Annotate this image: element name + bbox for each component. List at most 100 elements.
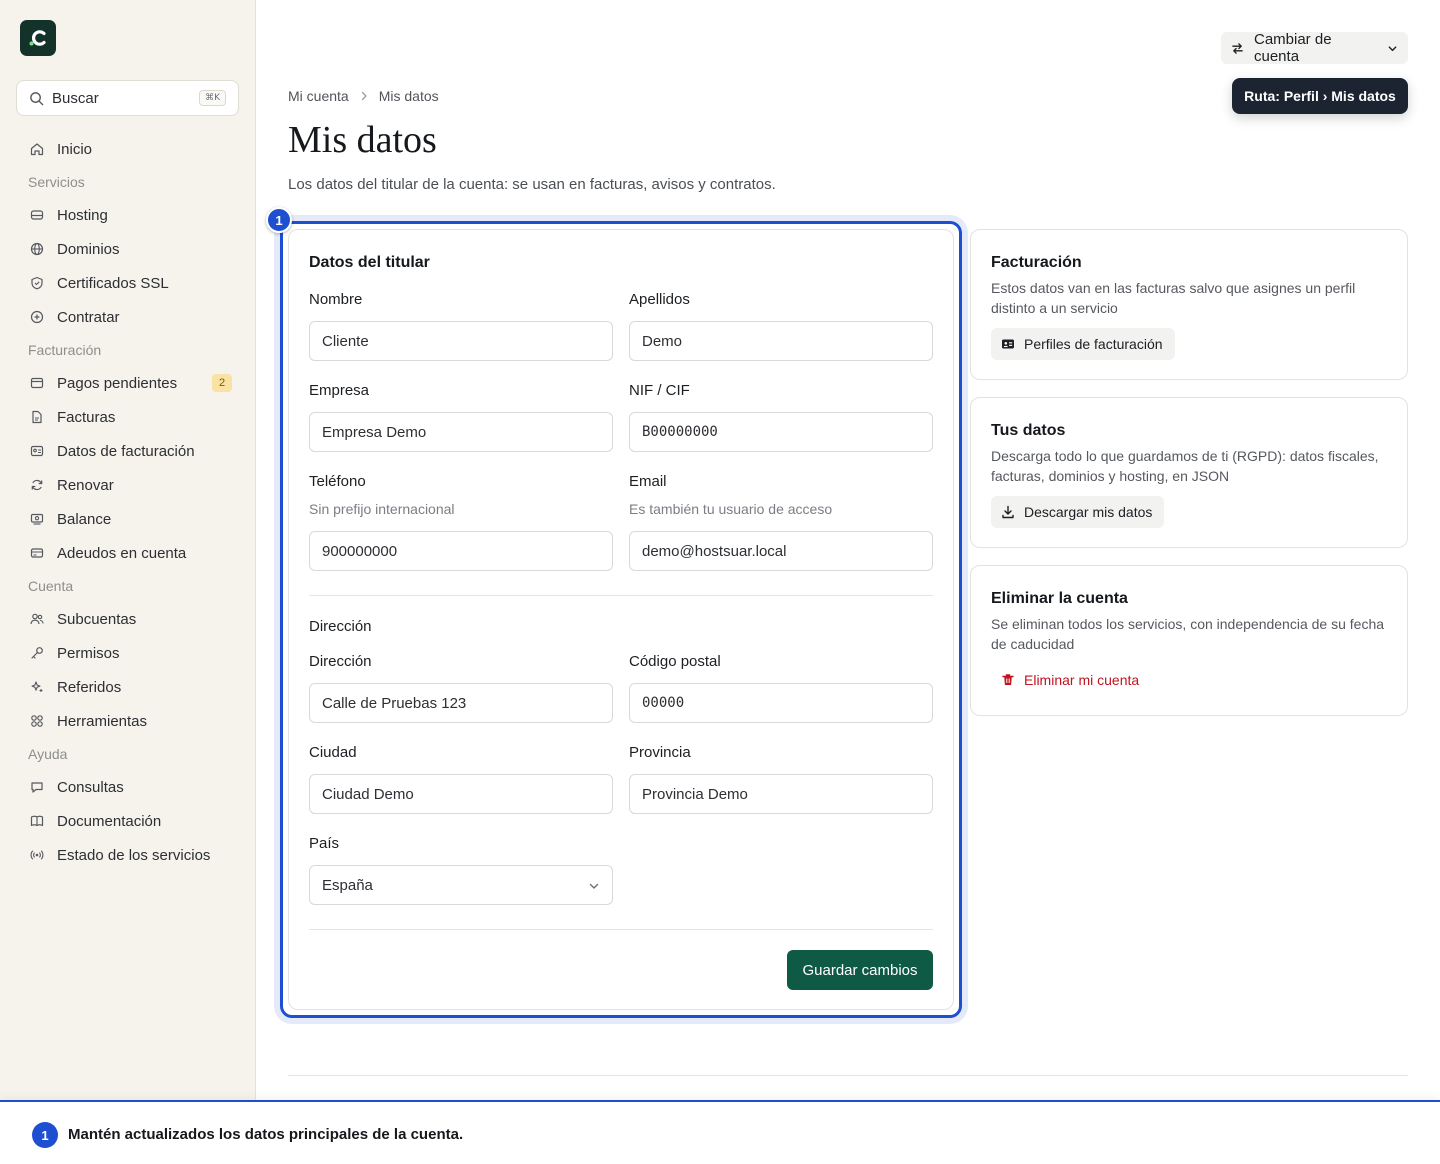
refresh-icon <box>30 478 44 492</box>
delete-account-card-desc: Se eliminan todos los servicios, con ind… <box>991 616 1385 652</box>
sidebar-item-herramientas[interactable]: Herramientas <box>0 704 256 738</box>
sidebar-item-label: Inicio <box>57 140 93 158</box>
sidebar-item-label: Dominios <box>57 240 120 258</box>
sidebar-item-label: Referidos <box>57 678 122 696</box>
pending-count-badge: 2 <box>212 374 232 392</box>
id-card-icon <box>30 444 44 458</box>
your-data-card-desc: Descarga todo lo que guardamos de ti (RG… <box>991 448 1379 484</box>
tour-hint-bar: 1 Mantén actualizados los datos principa… <box>0 1100 1440 1164</box>
sidebar-item-documentacion[interactable]: Documentación <box>0 804 256 838</box>
sidebar: Buscar ⌘K Inicio Servicios Hosting Domin… <box>0 0 256 1100</box>
sidebar-item-label: Hosting <box>57 206 108 224</box>
sidebar-item-consultas[interactable]: Consultas <box>0 770 256 804</box>
users-icon <box>30 612 44 626</box>
chevron-right-icon <box>359 91 369 101</box>
sidebar-item-referidos[interactable]: Referidos <box>0 670 256 704</box>
banknote-icon <box>30 512 44 526</box>
broadcast-icon <box>30 848 44 862</box>
sidebar-item-renovar[interactable]: Renovar <box>0 468 256 502</box>
download-icon <box>1001 505 1015 519</box>
download-data-button[interactable]: Descargar mis datos <box>991 496 1165 528</box>
sidebar-item-label: Adeudos en cuenta <box>57 544 187 562</box>
tour-hint-step: 1 <box>32 1122 58 1148</box>
sparkles-icon <box>30 680 44 694</box>
key-icon <box>30 646 44 660</box>
chat-icon <box>30 780 44 794</box>
search-icon <box>29 91 44 106</box>
sidebar-item-ssl[interactable]: Certificados SSL <box>0 266 256 300</box>
section-cuenta: Cuenta <box>28 578 74 594</box>
sidebar-item-label: Permisos <box>57 644 120 662</box>
delete-account-card: Eliminar la cuenta Se eliminan todos los… <box>970 565 1408 716</box>
book-icon <box>30 814 44 828</box>
globe-icon <box>30 242 44 256</box>
sidebar-nav: Inicio Servicios Hosting Dominios Certif… <box>0 132 256 872</box>
sidebar-item-contratar[interactable]: Contratar <box>0 300 256 334</box>
delete-account-button[interactable]: Eliminar mi cuenta <box>991 664 1149 696</box>
search-shortcut: ⌘K <box>199 90 226 106</box>
sidebar-item-label: Balance <box>57 510 112 528</box>
home-icon <box>30 142 44 156</box>
search-label: Buscar <box>52 89 99 107</box>
grid-icon <box>30 714 44 728</box>
sidebar-item-label: Facturas <box>57 408 116 426</box>
sidebar-item-hosting[interactable]: Hosting <box>0 198 256 232</box>
plus-circle-icon <box>30 310 44 324</box>
page-subtitle: Los datos del titular de la cuenta: se u… <box>288 176 776 193</box>
sidebar-item-inicio[interactable]: Inicio <box>0 132 256 166</box>
sidebar-item-label: Contratar <box>57 308 120 326</box>
sidebar-item-pagos-pendientes[interactable]: Pagos pendientes 2 <box>0 366 256 400</box>
file-icon <box>30 410 44 424</box>
switch-account-label: Cambiar de cuenta <box>1254 31 1332 65</box>
billing-card-title: Facturación <box>991 254 1082 271</box>
section-ayuda: Ayuda <box>28 746 68 762</box>
sidebar-item-permisos[interactable]: Permisos <box>0 636 256 670</box>
delete-account-card-title: Eliminar la cuenta <box>991 590 1128 607</box>
sidebar-item-estado[interactable]: Estado de los servicios <box>0 838 256 872</box>
server-icon <box>30 208 44 222</box>
billing-card-desc: Estos datos van en las facturas salvo qu… <box>991 280 1356 316</box>
billing-profiles-label: Perfiles de facturación <box>1024 336 1163 352</box>
breadcrumb-item-mi-cuenta[interactable]: Mi cuenta <box>288 88 349 104</box>
download-data-label: Descargar mis datos <box>1024 504 1153 520</box>
billing-card: Facturación Estos datos van en las factu… <box>970 229 1408 380</box>
page-title: Mis datos <box>288 119 437 161</box>
search-input[interactable]: Buscar ⌘K <box>16 80 239 116</box>
wallet-icon <box>30 376 44 390</box>
sidebar-item-label: Datos de facturación <box>57 442 195 460</box>
sidebar-item-subcuentas[interactable]: Subcuentas <box>0 602 256 636</box>
sidebar-item-label: Herramientas <box>57 712 148 730</box>
tour-step-marker: 1 <box>266 207 292 233</box>
breadcrumb-item-mis-datos: Mis datos <box>378 88 439 104</box>
sidebar-item-label: Estado de los servicios <box>57 846 211 864</box>
sidebar-item-label: Certificados SSL <box>57 274 169 292</box>
sidebar-item-label: Documentación <box>57 812 162 830</box>
page-divider <box>288 1075 1408 1076</box>
sidebar-item-facturas[interactable]: Facturas <box>0 400 256 434</box>
your-data-card: Tus datos Descarga todo lo que guardamos… <box>970 397 1408 548</box>
shield-icon <box>30 276 44 290</box>
sidebar-item-datos-facturacion[interactable]: Datos de facturación <box>0 434 256 468</box>
tour-highlight-frame <box>280 221 962 1018</box>
switch-account-button[interactable]: Cambiar de cuenta <box>1221 31 1408 65</box>
sidebar-item-label: Pagos pendientes <box>57 374 178 392</box>
sidebar-item-adeudos[interactable]: Adeudos en cuenta <box>0 536 256 570</box>
billing-profiles-button[interactable]: Perfiles de facturación <box>991 328 1175 360</box>
your-data-card-title: Tus datos <box>991 422 1066 439</box>
id-card-icon <box>1001 337 1015 351</box>
credit-card-icon <box>30 546 44 560</box>
sidebar-item-dominios[interactable]: Dominios <box>0 232 256 266</box>
brand-logo-icon[interactable] <box>20 20 56 56</box>
delete-account-label: Eliminar mi cuenta <box>1024 672 1140 688</box>
breadcrumb: Mi cuenta Mis datos <box>288 88 439 104</box>
tour-hint-text: Mantén actualizados los datos principale… <box>68 1126 464 1143</box>
section-facturacion: Facturación <box>28 342 102 358</box>
trash-icon <box>1001 673 1015 687</box>
route-tooltip: Ruta: Perfil › Mis datos <box>1232 78 1408 114</box>
sidebar-item-label: Subcuentas <box>57 610 137 628</box>
section-servicios: Servicios <box>28 174 85 190</box>
sidebar-item-label: Consultas <box>57 778 124 796</box>
chevron-down-icon <box>1387 43 1398 54</box>
sidebar-item-balance[interactable]: Balance <box>0 502 256 536</box>
sidebar-item-label: Renovar <box>57 476 114 494</box>
